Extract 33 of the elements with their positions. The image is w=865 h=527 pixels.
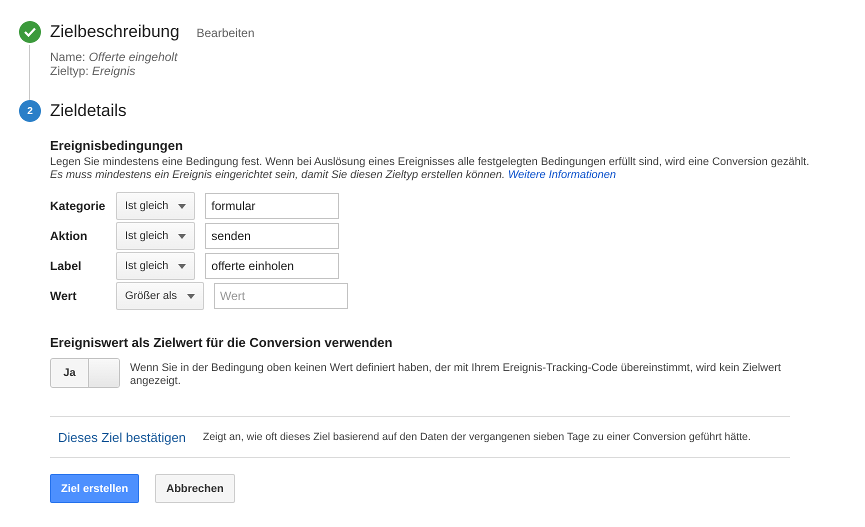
cancel-button[interactable]: Abbrechen <box>155 474 235 503</box>
step-number: 2 <box>19 100 41 122</box>
section-heading: Ereignisbedingungen <box>50 138 184 154</box>
step-title: Zielbeschreibung <box>50 21 180 43</box>
condition-label: Wert <box>50 289 78 303</box>
section-heading: Ereigniswert als Zielwert für die Conversion verwenden <box>50 335 394 351</box>
step-title: Zieldetails <box>50 100 127 122</box>
more-info-link[interactable]: Weitere Informationen <box>508 169 616 181</box>
operator-dropdown[interactable]: Größer als <box>116 282 204 310</box>
condition-label: Aktion <box>50 229 88 243</box>
value-field[interactable]: senden <box>205 223 340 249</box>
caret-icon <box>178 264 186 268</box>
value-field[interactable]: offerte einholen <box>205 253 340 279</box>
summary-line: Zieltyp: Ereignis <box>50 64 136 78</box>
operator-dropdown[interactable]: Ist gleich <box>116 222 196 250</box>
operator-dropdown[interactable]: Ist gleich <box>116 192 196 220</box>
condition-label: Label <box>50 259 82 273</box>
verify-description: Zeigt an, wie oft dieses Ziel basierend auf den Daten der vergangenen sieben Tage zu einer Conversion geführt hätte. <box>202 431 751 443</box>
caret-icon <box>178 234 186 238</box>
value-field[interactable]: formular <box>205 193 340 219</box>
summary-line: Name: Offerte eingeholt <box>50 50 179 64</box>
value-field[interactable]: Wert <box>214 283 348 309</box>
condition-label: Kategorie <box>50 199 106 213</box>
description-text: Legen Sie mindestens eine Bedingung fest. Wenn bei Auslösung eines Ereignisses alle festgelegten Bedingungen erfüllt sind, wird eine Conversion gezählt. <box>50 156 810 169</box>
verify-link[interactable]: Dieses Ziel bestätigen <box>58 430 186 444</box>
note-text: Es muss mindestens ein Ereignis eingerichtet sein, damit Sie diesen Zieltyp erstellen können. Weitere Informationen <box>50 169 617 182</box>
toggle-switch[interactable]: Ja <box>50 358 120 388</box>
caret-icon <box>186 294 195 298</box>
operator-dropdown[interactable]: Ist gleich <box>116 252 196 280</box>
caret-icon <box>178 204 186 208</box>
help-text: Wenn Sie in der Bedingung oben keinen Wert definiert haben, der mit Ihrem Ereignis-Tracking-Code übereinstimmt, wird kein Zielwert angezeigt. <box>130 361 782 388</box>
checkmark-icon <box>19 21 41 43</box>
edit-link[interactable]: Bearbeiten <box>196 22 255 44</box>
